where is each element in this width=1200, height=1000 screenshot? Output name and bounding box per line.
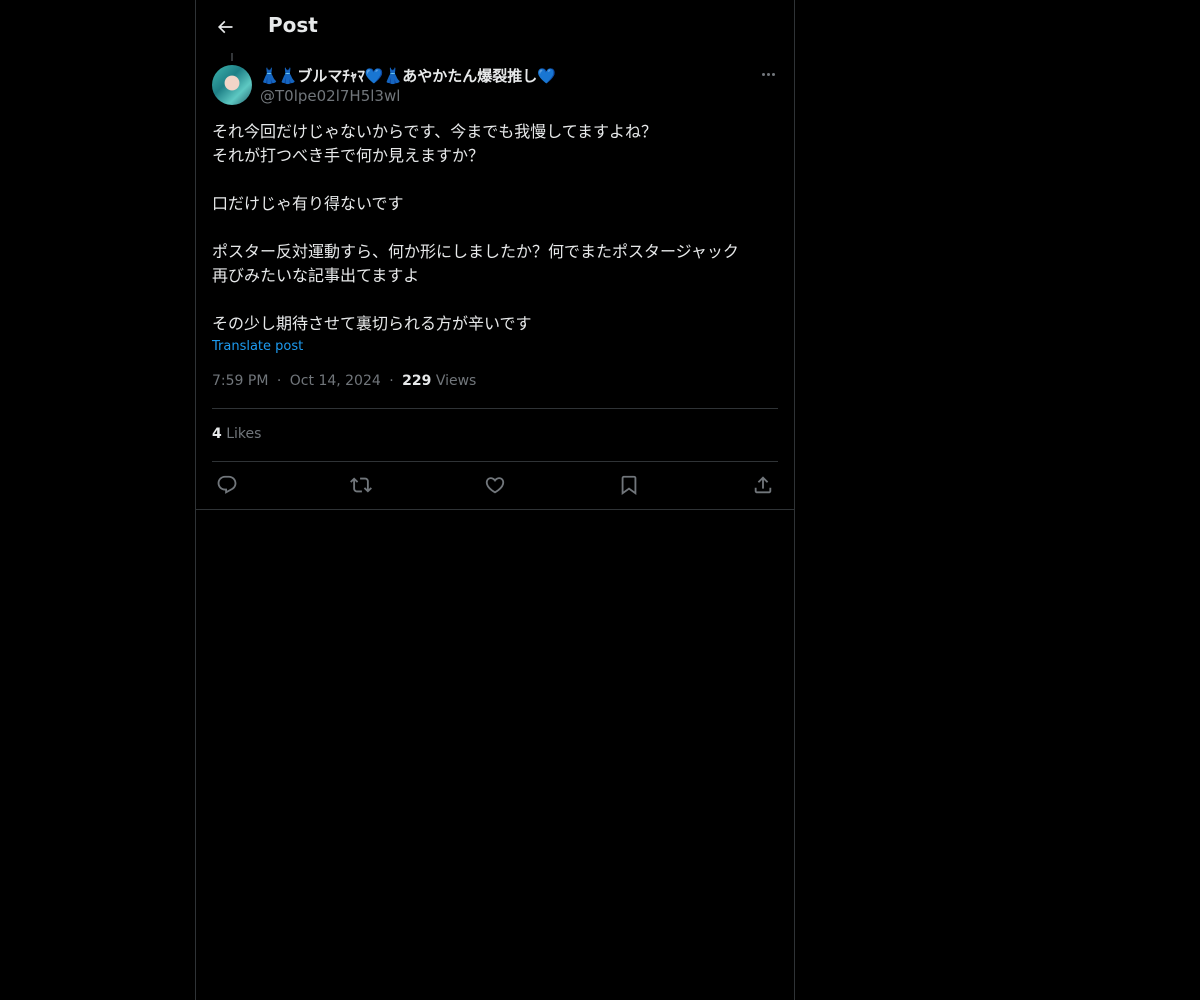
views-count: 229 xyxy=(402,373,432,389)
reply-button[interactable] xyxy=(214,472,240,498)
post-bottom-border xyxy=(196,509,794,510)
post-line: 口だけじゃ有り得ないです xyxy=(212,194,404,213)
repost-icon xyxy=(350,477,372,493)
header-bar: Post xyxy=(196,0,794,54)
author-display-name[interactable]: 👗👗ブルマﾁｬﾏ💙👗あやかたん爆裂推し💙 xyxy=(260,65,556,86)
author-handle[interactable]: @T0lpe02l7H5l3wl xyxy=(260,87,400,105)
bookmark-icon xyxy=(621,475,637,496)
post-text: それ今回だけじゃないからです、今までも我慢してますよね？ それが打つべき手で何か… xyxy=(212,120,778,336)
views-label: Views xyxy=(435,373,477,389)
post-line xyxy=(212,168,778,192)
repost-button[interactable] xyxy=(348,472,374,498)
post-time[interactable]: 7:59 PM xyxy=(212,373,268,389)
likes-summary[interactable]: 4 Likes xyxy=(212,426,261,442)
action-bar xyxy=(212,472,778,498)
reply-icon xyxy=(217,475,237,494)
more-dot-icon xyxy=(772,73,775,76)
like-button[interactable] xyxy=(482,472,508,498)
post-line: それ今回だけじゃないからです、今までも我慢してますよね？ xyxy=(212,122,657,141)
more-options-button[interactable] xyxy=(756,64,782,86)
post-line: 再びみたいな記事出てますよ xyxy=(212,266,420,285)
like-icon xyxy=(485,477,505,494)
post-line xyxy=(212,216,778,240)
main-column: Post 👗👗ブルマﾁｬﾏ💙👗あやかたん爆裂推し💙 @T0lpe02l7H5l3… xyxy=(195,0,795,1000)
likes-label: Likes xyxy=(226,426,262,442)
post-metadata: 7:59 PM · Oct 14, 2024 · 229 Views xyxy=(212,373,476,389)
back-button[interactable] xyxy=(208,10,242,44)
post-date[interactable]: Oct 14, 2024 xyxy=(290,373,381,389)
more-dot-icon xyxy=(762,73,765,76)
post-line xyxy=(212,288,778,312)
post-line: その少し期待させて裏切られる方が辛いです xyxy=(212,314,532,333)
page-title: Post xyxy=(268,13,318,37)
thread-connector-line xyxy=(231,53,233,61)
more-dot-icon xyxy=(767,73,770,76)
meta-separator: · xyxy=(276,373,282,389)
bookmark-button[interactable] xyxy=(616,472,642,498)
avatar[interactable] xyxy=(212,65,252,105)
divider xyxy=(212,408,778,409)
translate-post-link[interactable]: Translate post xyxy=(212,339,303,354)
likes-count: 4 xyxy=(212,426,222,442)
share-button[interactable] xyxy=(750,472,776,498)
share-icon xyxy=(754,476,772,494)
arrow-left-icon xyxy=(217,20,233,34)
post-line: それが打つべき手で何か見えますか？ xyxy=(212,146,485,165)
post-line: ポスター反対運動すら、何か形にしましたか？何でまたポスタージャック xyxy=(212,242,739,261)
meta-separator: · xyxy=(389,373,394,389)
divider xyxy=(212,461,778,462)
